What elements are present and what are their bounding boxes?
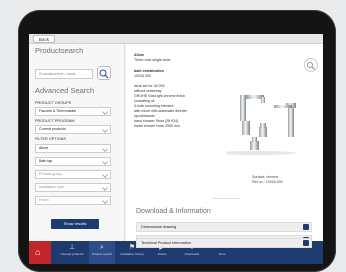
advanced-search-title: Advanced Search — [35, 86, 95, 95]
filter-value: Allure — [39, 146, 49, 150]
download-label: Technical Product Information — [141, 241, 192, 245]
top-bar: Back — [29, 34, 323, 44]
product-detail-line: GROHE StarLight chrome finish — [134, 94, 185, 98]
filter-value: Installation type — [39, 185, 64, 189]
product-groups-label: PRODUCT GROUPS — [35, 101, 72, 105]
product-program-value: Current products — [39, 127, 66, 131]
filter-options-label: FILTER OPTIONS — [35, 137, 66, 141]
product-program-label: PRODUCT PROGRAM — [35, 119, 75, 123]
product-detail-line: hand shower Sena (28 034) — [134, 119, 179, 123]
tab-label: Downloads — [184, 252, 200, 256]
product-detail-line: spout/drawer — [134, 114, 155, 118]
home-icon: ⌂ — [35, 247, 41, 257]
divider — [212, 198, 240, 199]
product-groups-select[interactable]: Faucets & Thermostats — [35, 107, 111, 116]
product-subtitle: bath combination — [134, 69, 164, 73]
chevron-down-icon — [102, 109, 108, 115]
product-detail-line: consisting of: — [134, 99, 155, 103]
product-image — [226, 95, 296, 155]
tab-lifestyle[interactable]: ⊥ Lifestyle products — [59, 241, 85, 264]
filter-value: Product group — [39, 172, 62, 176]
search-sidebar: Productsearch Productnumber / name Advan… — [29, 44, 125, 241]
product-detail-line: deck set for 34 000 — [134, 84, 165, 88]
filter-series-select[interactable]: Allure — [35, 144, 111, 153]
filter-product-group-select[interactable]: Product group — [35, 170, 111, 179]
product-detail-line: with mixer with automatic diverter — [134, 109, 188, 113]
zoom-button[interactable] — [304, 58, 318, 72]
filter-value: Finish — [39, 198, 49, 202]
tab-product-search[interactable]: ⌕ Product search — [89, 241, 115, 264]
product-detail: Allure Three-hole single-lever bath comb… — [126, 44, 323, 245]
product-description: Three-hole single-lever — [134, 58, 171, 62]
tab-label: Lifestyle products — [60, 252, 84, 256]
product-meta: Surface: chrome Ref no.: 19316 000 — [252, 175, 283, 185]
product-number: 19316 000 — [134, 74, 151, 78]
chevron-down-icon — [102, 127, 108, 133]
product-detail-line: without undertray — [134, 89, 162, 93]
filter-finish-select[interactable]: Finish — [35, 196, 111, 205]
tab-label: Installation history — [119, 252, 144, 256]
product-name: Allure — [134, 53, 145, 57]
chevron-down-icon — [102, 198, 108, 204]
chevron-down-icon — [102, 159, 108, 165]
chevron-down-icon — [102, 185, 108, 191]
filter-type-select[interactable]: Bath tap — [35, 157, 111, 166]
product-search-title: Productsearch — [35, 46, 84, 55]
downloads-title: Download & Information — [136, 208, 211, 215]
tab-label: More — [218, 252, 226, 256]
download-technical-info[interactable]: Technical Product Information — [136, 238, 312, 248]
chevron-down-icon — [102, 172, 108, 178]
search-button[interactable] — [97, 66, 111, 80]
magnifier-icon — [307, 62, 315, 70]
info-icon — [303, 240, 309, 246]
app-screen: Back Productsearch Productnumber / name … — [29, 34, 323, 264]
tab-label: Videos — [157, 252, 167, 256]
product-program-select[interactable]: Current products — [35, 125, 111, 134]
filter-installation-select[interactable]: Installation type — [35, 183, 111, 192]
tab-label: Product search — [91, 252, 113, 256]
chevron-down-icon — [102, 146, 108, 152]
filter-value: Bath tap — [39, 159, 53, 163]
product-detail-line: metal shower hose 2000 mm — [134, 124, 181, 128]
back-button[interactable]: Back — [33, 35, 56, 43]
product-groups-value: Faucets & Thermostats — [39, 109, 77, 113]
meta-reference: Ref no.: 19316 000 — [252, 180, 283, 184]
product-detail-line: 3-hole mounting element — [134, 104, 174, 108]
search-icon — [99, 69, 109, 79]
document-icon — [303, 224, 309, 230]
download-dimensional-drawing[interactable]: Dimensional drawing — [136, 222, 312, 232]
search-input[interactable]: Productnumber / name — [35, 69, 93, 79]
download-label: Dimensional drawing — [141, 225, 177, 229]
show-results-button[interactable]: Show results — [51, 219, 99, 229]
home-button[interactable]: ⌂ — [29, 241, 51, 264]
